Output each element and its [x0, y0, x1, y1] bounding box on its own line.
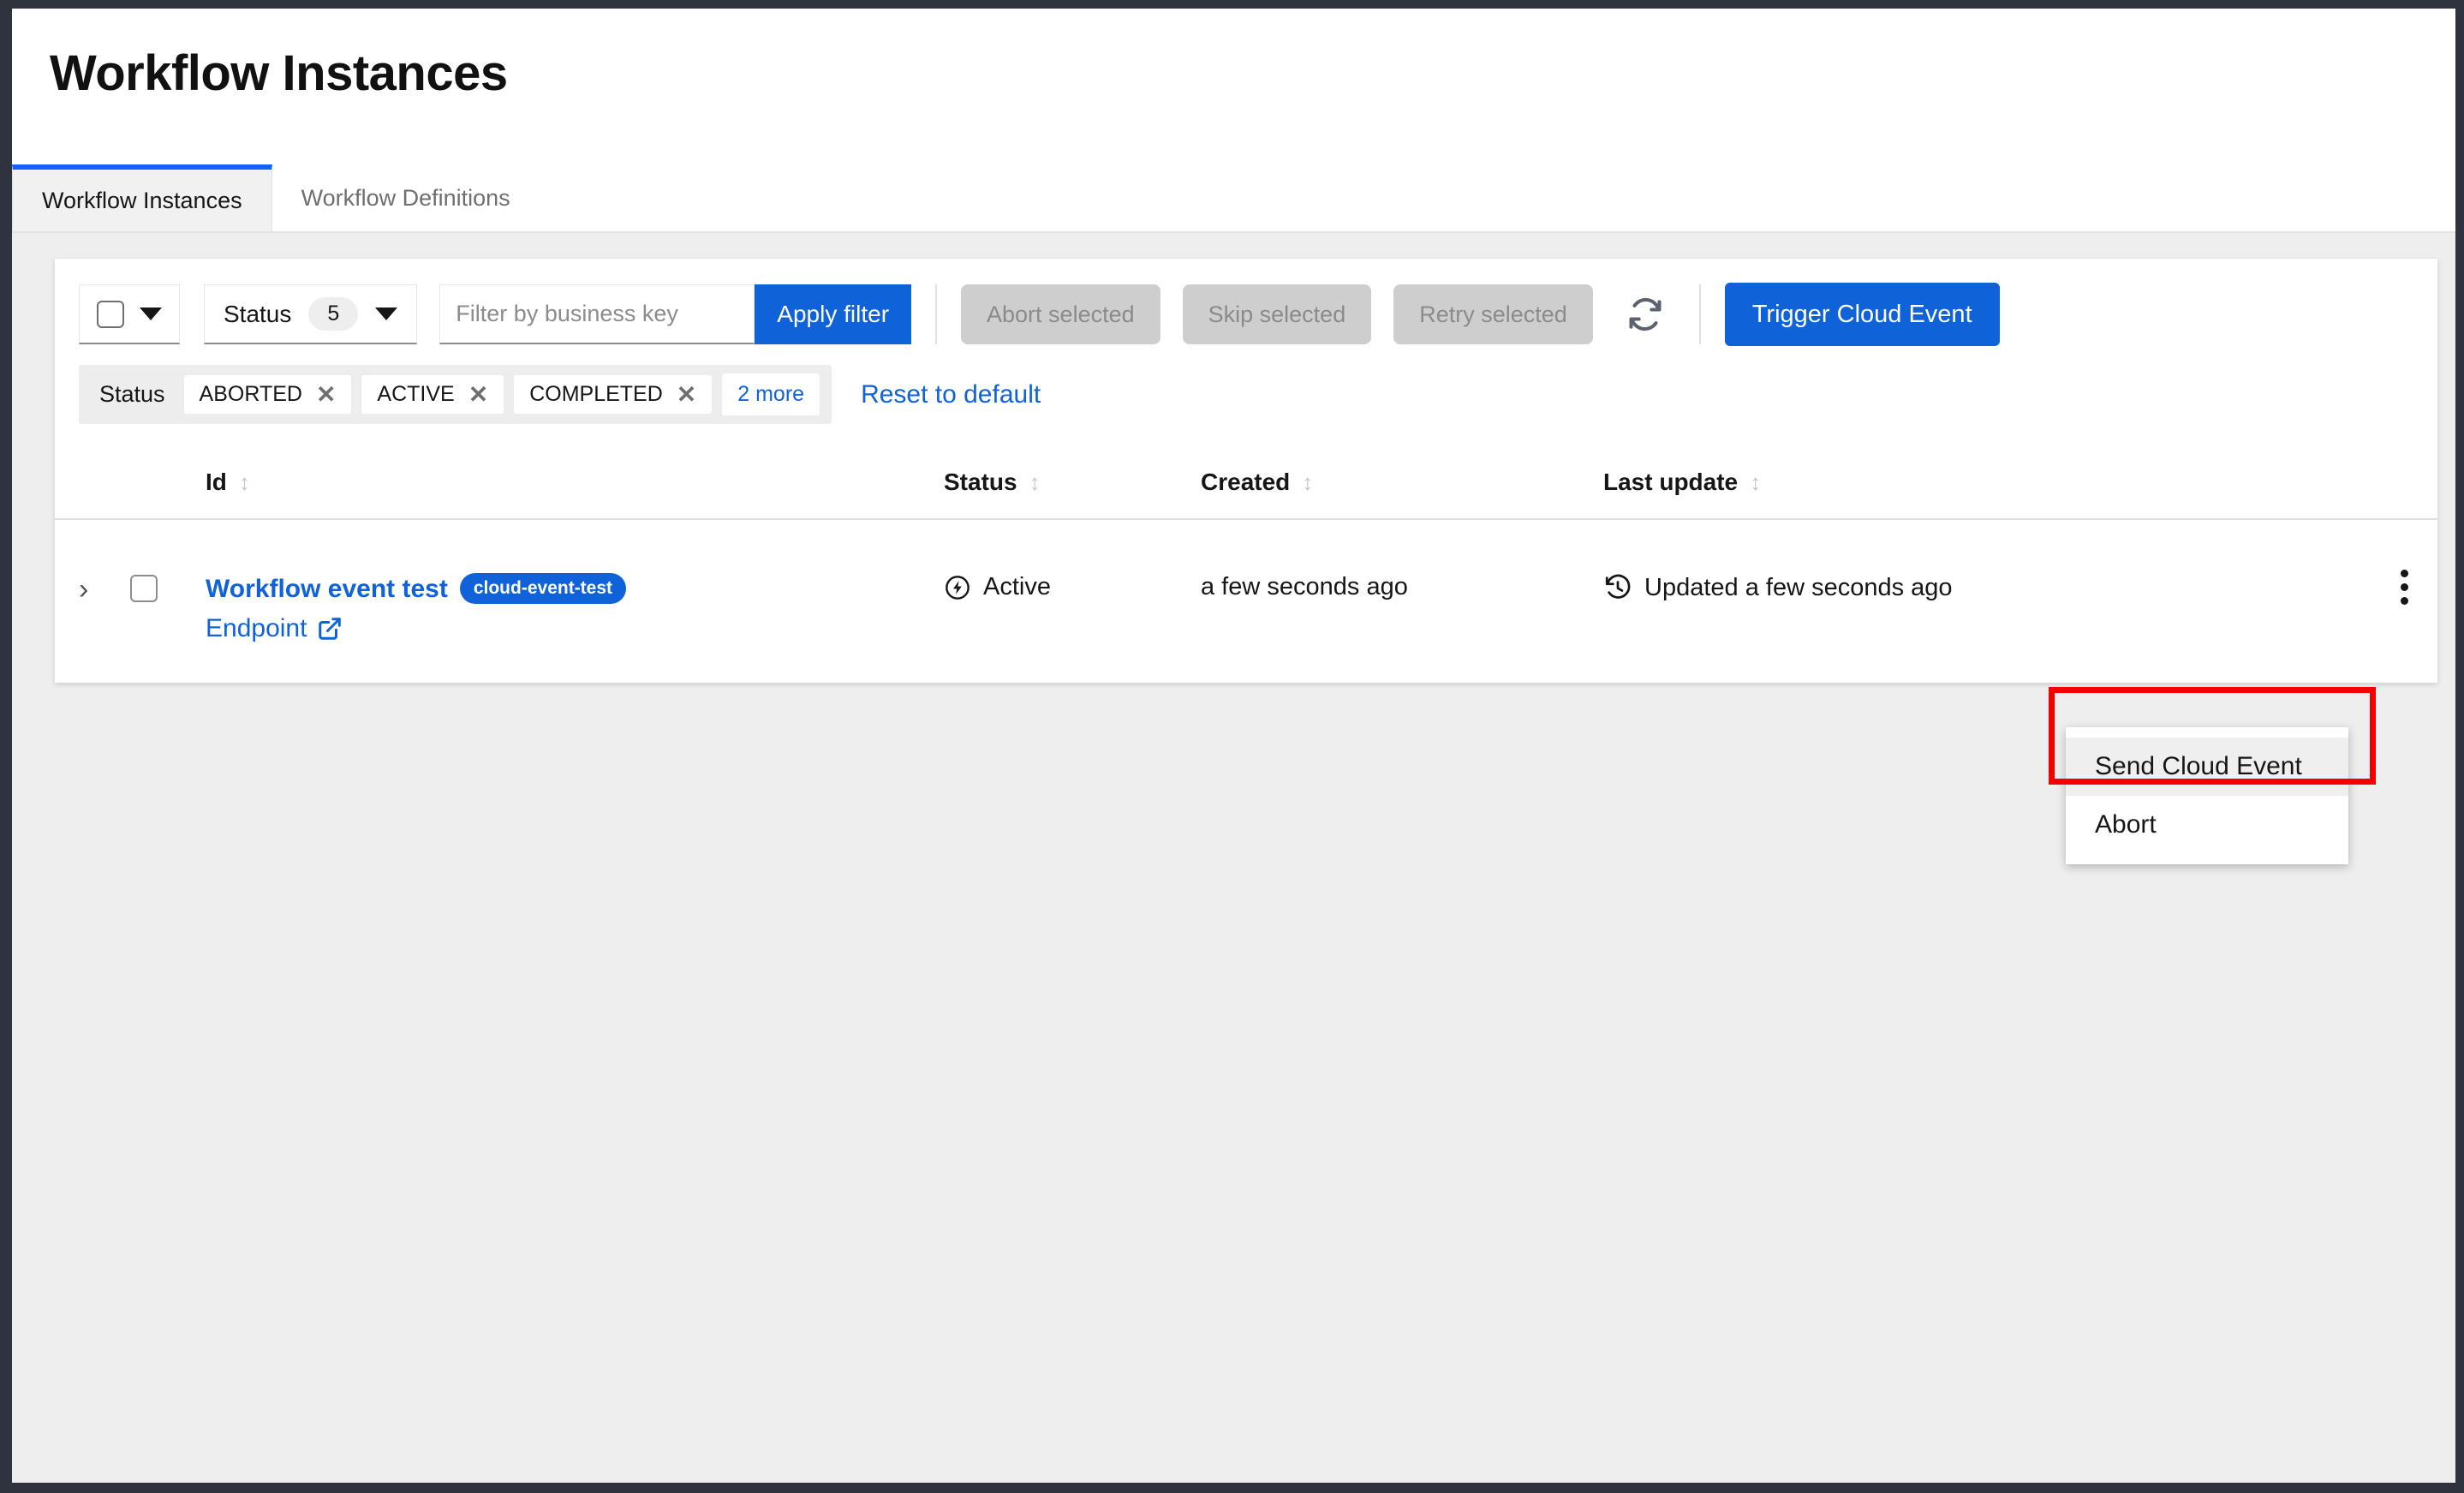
- chip-label: ACTIVE: [377, 382, 454, 407]
- column-label: Created: [1201, 469, 1290, 496]
- chevron-down-icon: [140, 308, 162, 320]
- endpoint-link[interactable]: Endpoint: [206, 614, 944, 643]
- page-content: Status 5 Apply filter Abort selected Ski…: [12, 235, 2455, 1483]
- active-filters-row: Status ABORTED ✕ ACTIVE ✕ COMPLETED ✕ 2 …: [55, 355, 2437, 446]
- select-all-checkbox[interactable]: [97, 301, 124, 328]
- active-bolt-icon: [944, 574, 971, 601]
- sort-icon[interactable]: ↕: [1302, 471, 1313, 493]
- retry-selected-button[interactable]: Retry selected: [1393, 284, 1593, 344]
- toolbar-divider: [1699, 284, 1701, 344]
- page-title: Workflow Instances: [50, 46, 508, 101]
- skip-selected-button[interactable]: Skip selected: [1183, 284, 1372, 344]
- filter-group-label: Status: [91, 381, 174, 408]
- toolbar: Status 5 Apply filter Abort selected Ski…: [55, 259, 2437, 355]
- filter-chip-active[interactable]: ACTIVE ✕: [361, 375, 504, 414]
- column-label: Id: [206, 469, 227, 496]
- menu-item-abort[interactable]: Abort: [2066, 796, 2348, 854]
- table-row: › Workflow event test cloud-event-test En…: [55, 520, 2437, 683]
- reset-to-default-link[interactable]: Reset to default: [861, 380, 1041, 409]
- instances-card: Status 5 Apply filter Abort selected Ski…: [55, 259, 2437, 683]
- tab-label: Workflow Instances: [42, 188, 242, 214]
- workflow-badge: cloud-event-test: [460, 573, 626, 604]
- endpoint-label: Endpoint: [206, 614, 307, 643]
- cell-actions: [2288, 520, 2413, 605]
- tab-workflow-definitions[interactable]: Workflow Definitions: [272, 164, 540, 231]
- external-link-icon: [317, 616, 343, 642]
- status-label: Active: [983, 573, 1051, 601]
- close-icon[interactable]: ✕: [677, 383, 696, 407]
- filter-chip-completed[interactable]: COMPLETED ✕: [514, 375, 712, 414]
- page-header: Workflow Instances: [12, 9, 2455, 164]
- row-context-menu: Send Cloud Event Abort: [2066, 727, 2348, 864]
- row-checkbox[interactable]: [130, 575, 158, 602]
- sort-icon[interactable]: ↕: [239, 471, 250, 493]
- column-header-last-update[interactable]: Last update ↕: [1603, 469, 2288, 496]
- status-filter-count: 5: [308, 297, 358, 331]
- cell-last-update: Updated a few seconds ago: [1603, 520, 2288, 602]
- cell-id: Workflow event test cloud-event-test Endp…: [206, 520, 944, 643]
- history-icon: [1603, 573, 1632, 602]
- chip-label: COMPLETED: [529, 382, 663, 407]
- menu-item-send-cloud-event[interactable]: Send Cloud Event: [2066, 738, 2348, 796]
- select-all-dropdown[interactable]: [79, 284, 180, 344]
- workflow-instance-link[interactable]: Workflow event test: [206, 575, 448, 603]
- business-key-input[interactable]: [439, 284, 755, 344]
- column-header-status[interactable]: Status ↕: [944, 469, 1201, 496]
- tab-bar: Workflow Instances Workflow Definitions: [12, 164, 2455, 233]
- close-icon[interactable]: ✕: [316, 383, 336, 407]
- row-actions-menu-button[interactable]: [2401, 520, 2413, 605]
- kebab-dot: [2401, 570, 2408, 577]
- app-window: Workflow Instances Workflow Instances Wo…: [12, 9, 2455, 1483]
- status-filter-chips: Status ABORTED ✕ ACTIVE ✕ COMPLETED ✕ 2 …: [79, 365, 832, 424]
- status-filter-label: Status: [224, 301, 291, 328]
- cell-status: Active: [944, 520, 1201, 601]
- status-filter-dropdown[interactable]: Status 5: [204, 284, 417, 344]
- column-label: Last update: [1603, 469, 1738, 496]
- last-update-label: Updated a few seconds ago: [1644, 574, 1953, 602]
- apply-filter-button[interactable]: Apply filter: [755, 284, 911, 344]
- created-label: a few seconds ago: [1201, 573, 1603, 601]
- sort-icon[interactable]: ↕: [1029, 471, 1041, 493]
- table-header: Id ↕ Status ↕ Created ↕: [55, 446, 2437, 520]
- sort-icon[interactable]: ↕: [1750, 471, 1761, 493]
- column-label: Status: [944, 469, 1017, 496]
- toolbar-divider: [935, 284, 937, 344]
- refresh-icon: [1626, 296, 1664, 333]
- kebab-dot: [2401, 597, 2408, 605]
- column-header-id[interactable]: Id ↕: [206, 469, 944, 496]
- expand-row-button[interactable]: ›: [79, 520, 130, 606]
- chip-label: ABORTED: [200, 382, 302, 407]
- row-checkbox-cell: [130, 520, 206, 606]
- filter-chip-aborted[interactable]: ABORTED ✕: [184, 375, 352, 414]
- kebab-dot: [2401, 583, 2408, 591]
- cell-created: a few seconds ago: [1201, 520, 1603, 601]
- column-header-created[interactable]: Created ↕: [1201, 469, 1603, 496]
- refresh-button[interactable]: [1615, 284, 1675, 344]
- abort-selected-button[interactable]: Abort selected: [961, 284, 1160, 344]
- trigger-cloud-event-button[interactable]: Trigger Cloud Event: [1725, 283, 2000, 346]
- close-icon[interactable]: ✕: [468, 383, 488, 407]
- tab-workflow-instances[interactable]: Workflow Instances: [12, 164, 272, 231]
- chevron-down-icon: [375, 308, 397, 320]
- tab-label: Workflow Definitions: [301, 185, 510, 212]
- filter-chips-more-link[interactable]: 2 more: [722, 373, 820, 415]
